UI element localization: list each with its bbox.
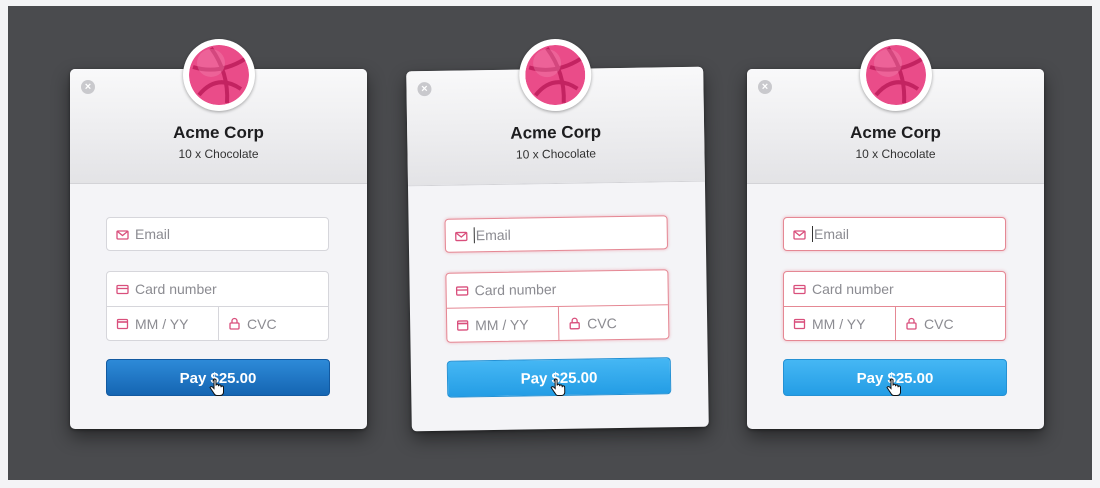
lock-icon (906, 317, 917, 330)
close-icon[interactable]: × (417, 81, 432, 97)
close-icon[interactable]: × (81, 80, 95, 94)
expiry-placeholder: MM / YY (812, 315, 866, 332)
screenshot-stage: × Acme Corp 10 x Chocolate Email Card nu… (8, 6, 1092, 480)
card-number-field[interactable]: Card number (446, 270, 668, 309)
checkout-panel: × Acme Corp 10 x Chocolate Email Card nu… (406, 38, 709, 432)
expiry-placeholder: MM / YY (135, 315, 189, 332)
close-icon[interactable]: × (758, 80, 772, 94)
card-number-placeholder: Card number (474, 281, 557, 299)
merchant-name: Acme Corp (850, 123, 941, 142)
email-placeholder: Email (135, 226, 171, 242)
product-description: 10 x Chocolate (855, 147, 936, 161)
card-number-placeholder: Card number (135, 281, 217, 297)
dribbble-logo-icon (865, 45, 926, 105)
pay-button[interactable]: Pay $25.00 (446, 357, 672, 398)
merchant-name: Acme Corp (510, 122, 602, 143)
card-details-group: Card number MM / YY CVC (106, 271, 329, 341)
pay-button[interactable]: Pay $25.00 (106, 359, 330, 396)
checkout-panel: × Acme Corp 10 x Chocolate Email Card nu… (70, 39, 367, 429)
product-description: 10 x Chocolate (178, 147, 259, 161)
email-field[interactable]: Email (444, 215, 669, 253)
card-details-group: Card number MM / YY CVC (445, 269, 670, 343)
text-caret (812, 226, 813, 242)
envelope-icon (116, 229, 129, 240)
card-number-field[interactable]: Card number (107, 272, 328, 307)
email-field[interactable]: Email (106, 217, 329, 251)
email-placeholder: Email (475, 226, 511, 244)
cvc-field[interactable]: CVC (559, 305, 669, 340)
calendar-icon (793, 318, 806, 330)
envelope-icon (793, 229, 806, 240)
panel-header: × Acme Corp 10 x Chocolate (747, 39, 1044, 184)
merchant-name: Acme Corp (173, 123, 264, 142)
credit-card-icon (793, 284, 806, 294)
email-placeholder: Email (814, 226, 850, 242)
dribbble-logo-icon (524, 45, 585, 106)
merchant-logo (182, 39, 255, 111)
email-field[interactable]: Email (783, 217, 1006, 251)
hand-cursor-icon (550, 378, 566, 397)
cvc-field[interactable]: CVC (896, 307, 1005, 340)
expiry-field[interactable]: MM / YY (784, 307, 896, 340)
product-description: 10 x Chocolate (515, 146, 597, 162)
cvc-field[interactable]: CVC (219, 307, 328, 340)
merchant-logo (518, 38, 592, 112)
lock-icon (569, 317, 580, 330)
checkout-panel: × Acme Corp 10 x Chocolate Email Card nu… (747, 39, 1044, 429)
lock-icon (229, 317, 240, 330)
credit-card-icon (455, 285, 469, 296)
credit-card-icon (116, 284, 129, 294)
merchant-logo (859, 39, 932, 111)
calendar-icon (116, 318, 129, 330)
card-number-placeholder: Card number (812, 281, 894, 297)
expiry-placeholder: MM / YY (475, 315, 529, 333)
cvc-placeholder: CVC (247, 315, 277, 332)
cvc-placeholder: CVC (587, 314, 617, 332)
cvc-placeholder: CVC (924, 315, 954, 332)
card-number-field[interactable]: Card number (784, 272, 1005, 307)
expiry-field[interactable]: MM / YY (446, 306, 560, 342)
envelope-icon (455, 231, 468, 241)
panel-header: × Acme Corp 10 x Chocolate (406, 38, 705, 187)
dribbble-logo-icon (188, 45, 249, 105)
hand-cursor-icon (886, 378, 901, 396)
pay-button[interactable]: Pay $25.00 (783, 359, 1007, 396)
expiry-field[interactable]: MM / YY (107, 307, 219, 340)
card-details-group: Card number MM / YY CVC (783, 271, 1006, 341)
calendar-icon (456, 320, 469, 331)
hand-cursor-icon (209, 378, 224, 396)
panel-header: × Acme Corp 10 x Chocolate (70, 39, 367, 184)
